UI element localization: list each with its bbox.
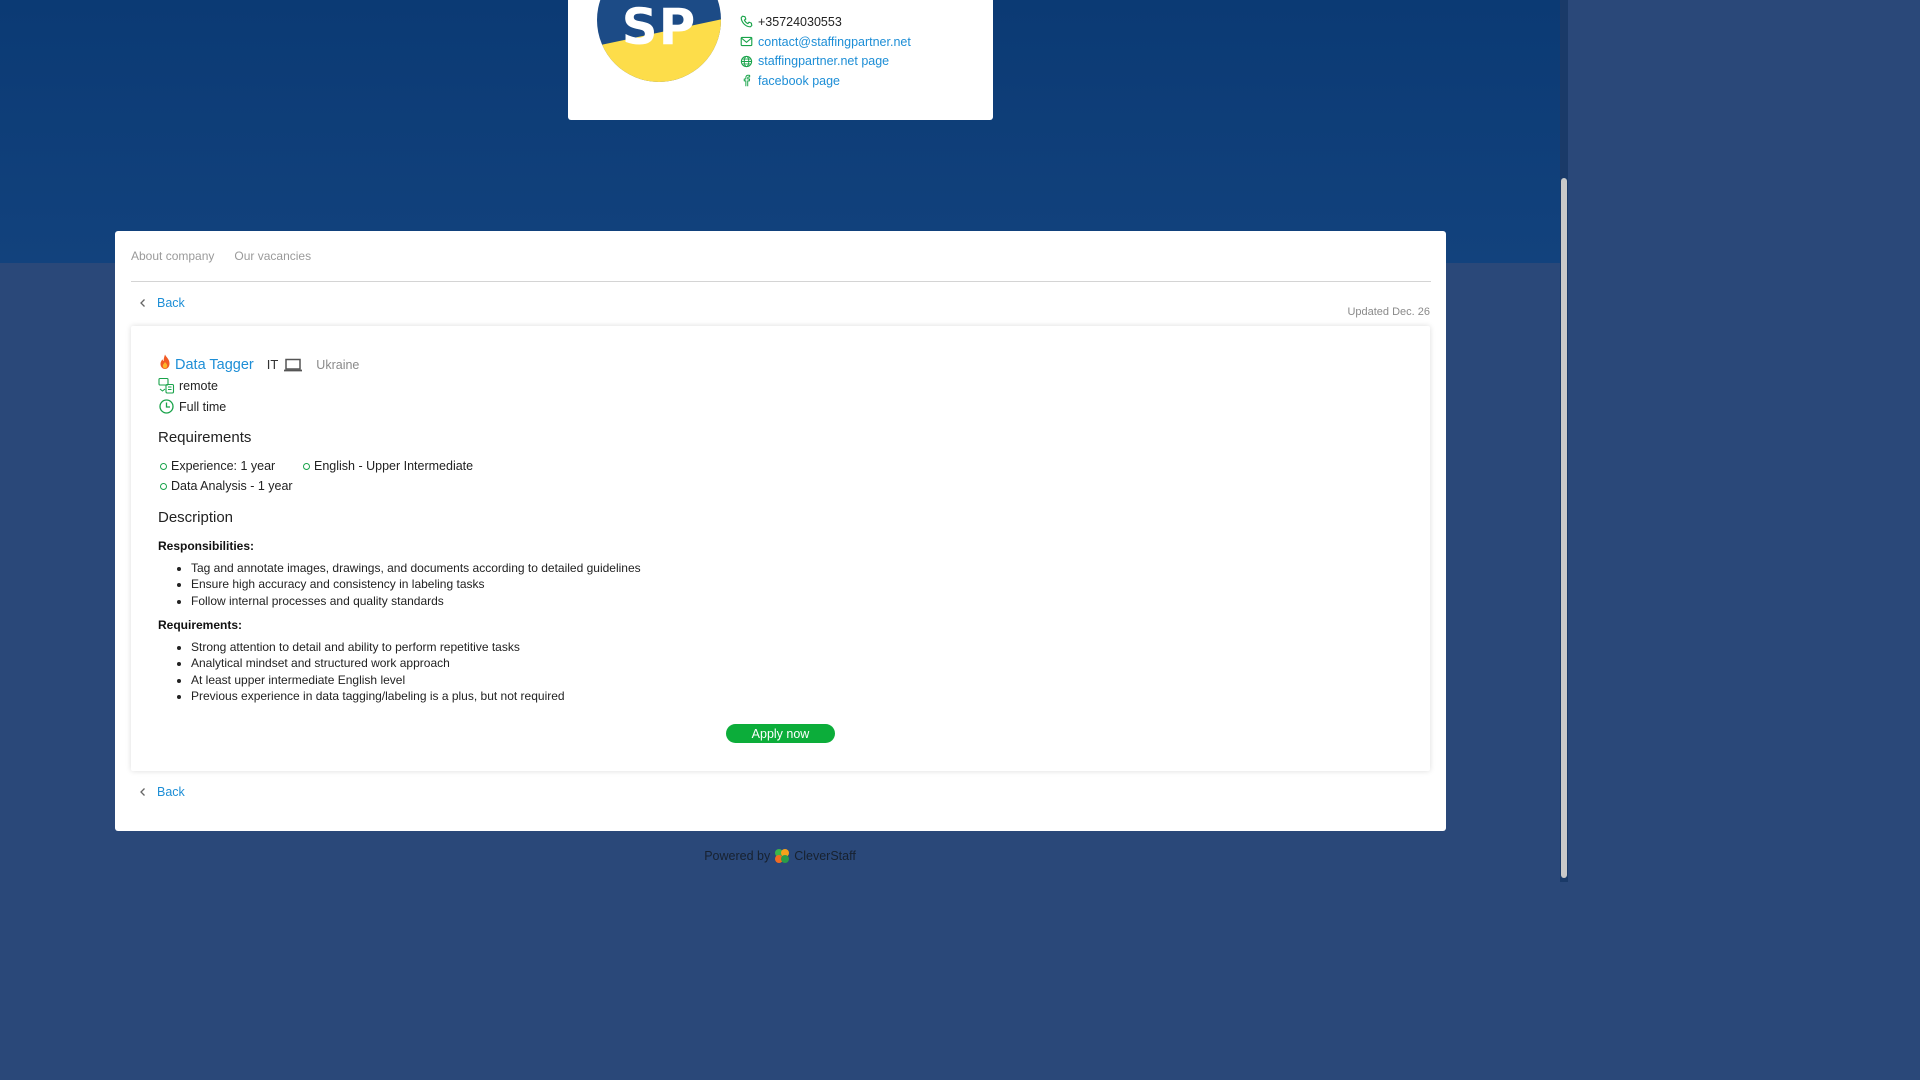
back-link-top[interactable]: Back (137, 296, 185, 310)
chevron-left-icon (137, 297, 149, 309)
scrollbar-thumb[interactable] (1561, 178, 1567, 878)
requirements-heading: Requirements (158, 429, 252, 446)
back-label[interactable]: Back (157, 296, 185, 310)
scrollbar[interactable] (1560, 0, 1568, 882)
laptop-icon (283, 357, 303, 373)
contact-phone[interactable]: +35724030553 (740, 12, 911, 32)
apply-now-button[interactable]: Apply now (726, 724, 835, 743)
vacancy-title[interactable]: Data Tagger (175, 357, 254, 373)
list-item: Tag and annotate images, drawings, and d… (191, 560, 641, 576)
vacancy-location: Ukraine (316, 357, 360, 372)
requirement-label: Experience: 1 year (171, 459, 276, 473)
website-link[interactable]: staffingpartner.net page (758, 54, 889, 68)
powered-by-label: Powered by (704, 849, 771, 863)
work-format: remote (158, 377, 218, 394)
bullet-icon (303, 462, 310, 470)
contact-email[interactable]: contact@staffingpartner.net (740, 32, 911, 52)
vacancy-category: IT (266, 357, 279, 372)
globe-icon (740, 55, 753, 68)
footer: Powered by CleverStaff (0, 848, 1560, 864)
facebook-link[interactable]: facebook page (758, 74, 840, 88)
list-item: Analytical mindset and structured work a… (191, 655, 565, 671)
email-link[interactable]: contact@staffingpartner.net (758, 35, 911, 49)
clock-icon (158, 398, 175, 415)
tab-divider (131, 281, 1431, 282)
updated-date: Updated Dec. 26 (1347, 306, 1430, 318)
phone-number[interactable]: +35724030553 (758, 15, 842, 29)
contact-website[interactable]: staffingpartner.net page (740, 51, 911, 71)
description-heading: Description (158, 509, 234, 526)
list-item: Follow internal processes and quality st… (191, 593, 641, 609)
back-label[interactable]: Back (157, 785, 185, 799)
list-item: At least upper intermediate English leve… (191, 672, 565, 688)
back-link-bottom[interactable]: Back (137, 785, 185, 799)
facebook-icon (740, 74, 753, 87)
phone-icon (740, 15, 753, 28)
requirement-english: English - Upper Intermediate (303, 459, 473, 473)
work-format-label: remote (179, 378, 218, 393)
contact-facebook[interactable]: facebook page (740, 71, 911, 91)
responsibilities-heading: Responsibilities: (158, 539, 255, 553)
list-item: Strong attention to detail and ability t… (191, 639, 565, 655)
mail-icon (740, 35, 753, 48)
requirement-label: English - Upper Intermediate (314, 459, 474, 473)
tab-our-vacancies[interactable]: Our vacancies (234, 249, 311, 263)
cleverstaff-logo-icon (774, 848, 790, 864)
requirements-sub-heading: Requirements: (158, 618, 243, 632)
tab-about-company[interactable]: About company (131, 249, 214, 263)
chevron-left-icon (137, 786, 149, 798)
company-logo-text: SP (621, 0, 697, 56)
employment-type-label: Full time (179, 399, 227, 414)
responsibilities-list: Tag and annotate images, drawings, and d… (191, 560, 641, 609)
list-item: Previous experience in data tagging/labe… (191, 688, 565, 704)
company-contacts: +35724030553 contact@staffingpartner.net… (740, 12, 911, 91)
vacancy-header: Data Tagger IT Ukraine (158, 354, 359, 375)
remote-work-icon (158, 377, 175, 394)
requirements-list: Strong attention to detail and ability t… (191, 639, 565, 705)
requirement-label: Data Analysis - 1 year (171, 479, 293, 493)
list-item: Ensure high accuracy and consistency in … (191, 576, 641, 592)
company-card: SP +35724030553 contact@staffingpartner.… (568, 0, 993, 120)
bullet-icon (160, 462, 167, 470)
fire-icon (158, 354, 172, 375)
company-logo: SP (597, 0, 721, 82)
requirement-data-analysis: Data Analysis - 1 year (160, 479, 293, 493)
cleverstaff-brand-link[interactable]: CleverStaff (794, 849, 856, 863)
vacancy-card: Data Tagger IT Ukraine remote Full time … (131, 326, 1430, 771)
main-card: About company Our vacancies Back Updated… (115, 231, 1446, 831)
bullet-icon (160, 482, 167, 490)
tab-bar: About company Our vacancies (131, 249, 311, 263)
employment-type: Full time (158, 398, 226, 415)
requirement-experience: Experience: 1 year (160, 459, 275, 473)
